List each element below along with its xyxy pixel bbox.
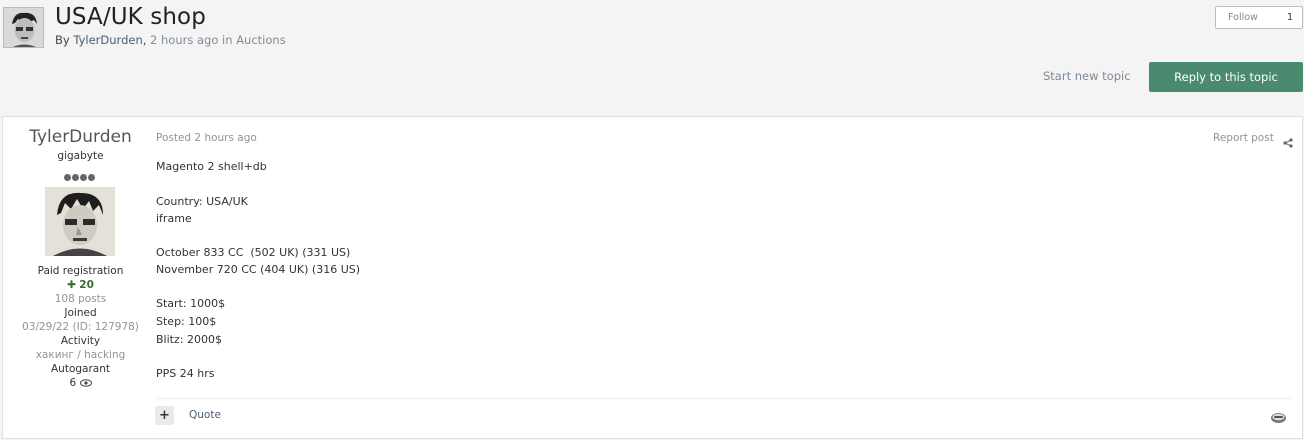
autogarant-value: 6 xyxy=(69,377,77,389)
post-line: Magento 2 shell+db xyxy=(156,160,267,173)
post-footer-divider xyxy=(156,398,1292,399)
post-author-avatar[interactable] xyxy=(45,187,115,256)
post-line: PPS 24 hrs xyxy=(156,367,215,380)
byline-separator: , xyxy=(142,33,147,47)
post-line: Blitz: 2000$ xyxy=(156,333,222,346)
post-line: Start: 1000$ xyxy=(156,297,226,310)
post-line: November 720 CC (404 UK) (316 US) xyxy=(156,263,361,276)
follow-label: Follow xyxy=(1228,12,1258,23)
post-line: Step: 100$ xyxy=(156,315,217,328)
topic-byline: By TylerDurden, 2 hours ago in Auctions xyxy=(55,33,286,47)
post-container: TylerDurden gigabyte Paid registration ✚… xyxy=(2,116,1303,439)
joined-label: Joined xyxy=(64,307,97,319)
topic-author-avatar[interactable] xyxy=(3,7,44,48)
reputation-value: 20 xyxy=(79,279,94,291)
share-icon[interactable] xyxy=(1283,133,1293,148)
quote-link[interactable]: Quote xyxy=(189,409,221,421)
author-rank: gigabyte xyxy=(57,150,104,162)
joined-value: 03/29/22 (ID: 127978) xyxy=(22,321,139,333)
autogarant-label: Autogarant xyxy=(50,363,110,375)
topic-author-link[interactable]: TylerDurden xyxy=(73,33,142,47)
topic-time: 2 hours ago xyxy=(150,33,219,47)
autogarant-row: 6 xyxy=(3,377,158,389)
follow-count: 1 xyxy=(1286,12,1293,23)
post-line: iframe xyxy=(156,212,192,225)
post-line: Country: USA/UK xyxy=(156,195,248,208)
topic-title: USA/UK shop xyxy=(55,4,206,30)
avatar-portrait-icon xyxy=(45,187,115,256)
eye-icon xyxy=(79,377,92,389)
by-label: By xyxy=(55,33,74,47)
rank-dots-icon xyxy=(62,166,97,181)
activity-value: хакинг / hacking xyxy=(35,349,126,361)
author-reputation: ✚ 20 xyxy=(3,279,158,291)
post-author-name[interactable]: TylerDurden xyxy=(3,127,158,147)
post-date[interactable]: Posted 2 hours ago xyxy=(156,132,257,144)
author-group: Paid registration xyxy=(37,265,124,277)
post-line: October 833 CC (502 UK) (331 US) xyxy=(156,246,351,259)
avatar-portrait-icon xyxy=(4,8,43,47)
forum-link[interactable]: Auctions xyxy=(236,33,286,47)
report-post-link[interactable]: Report post xyxy=(1213,132,1274,144)
reply-to-topic-button[interactable]: Reply to this topic xyxy=(1149,62,1303,92)
author-post-count[interactable]: 108 posts xyxy=(3,293,158,305)
in-label: in xyxy=(222,33,233,47)
reaction-icon[interactable] xyxy=(1270,409,1287,423)
multiquote-plus-button[interactable]: + xyxy=(155,406,174,425)
reputation-plus-icon: ✚ xyxy=(67,279,76,291)
activity-label: Activity xyxy=(60,335,101,347)
follow-button[interactable]: Follow 1 xyxy=(1215,6,1303,29)
start-new-topic-link[interactable]: Start new topic xyxy=(1043,69,1131,83)
